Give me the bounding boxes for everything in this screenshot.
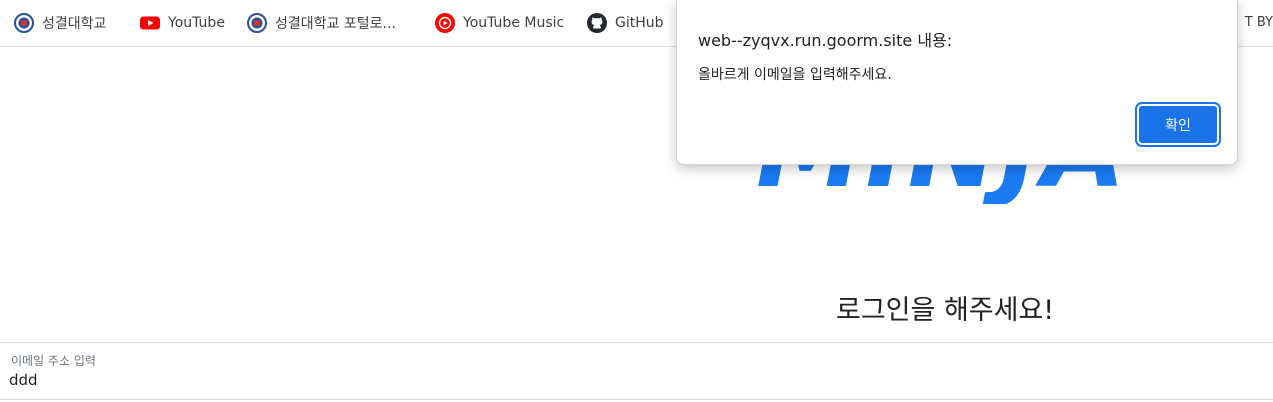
login-heading: 로그인을 해주세요! [836, 295, 1055, 326]
bookmark-sungkyul-portal[interactable]: 성결대학교 포털로... [247, 12, 396, 34]
ok-button[interactable]: 확인 [1137, 104, 1219, 145]
university-emblem-icon [14, 13, 34, 33]
bookmark-label: YouTube [168, 15, 225, 31]
bookmark-sungkyul-univ[interactable]: 성결대학교 [14, 12, 106, 34]
alert-dialog: web--zyqvx.run.goorm.site 내용: 올바르게 이메일을 … [676, 0, 1238, 165]
bookmark-label: GitHub [615, 15, 664, 31]
bookmark-youtube[interactable]: YouTube [140, 12, 225, 34]
youtube-music-icon [435, 13, 455, 33]
github-icon [587, 13, 607, 33]
bookmark-label: YouTube Music [463, 15, 565, 31]
dialog-message: 올바르게 이메일을 입력해주세요. [698, 67, 892, 83]
email-field-label: 이메일 주소 입력 [11, 354, 96, 368]
browser-viewport: 성결대학교 YouTube 성결대학교 포털로... YouTube Music… [0, 0, 1273, 402]
dialog-title: web--zyqvx.run.goorm.site 내용: [698, 31, 953, 50]
youtube-icon [140, 13, 160, 33]
university-emblem-icon [247, 13, 267, 33]
bookmark-label: 성결대학교 [42, 16, 107, 32]
bookmark-overflow-partial[interactable]: T BY [1245, 12, 1273, 34]
bookmark-youtube-music[interactable]: YouTube Music [435, 12, 564, 34]
bookmark-github[interactable]: GitHub [587, 12, 664, 34]
bookmark-label: 성결대학교 포털로... [275, 16, 396, 32]
email-field-container: 이메일 주소 입력 [0, 342, 1273, 400]
email-field[interactable] [9, 369, 1209, 391]
